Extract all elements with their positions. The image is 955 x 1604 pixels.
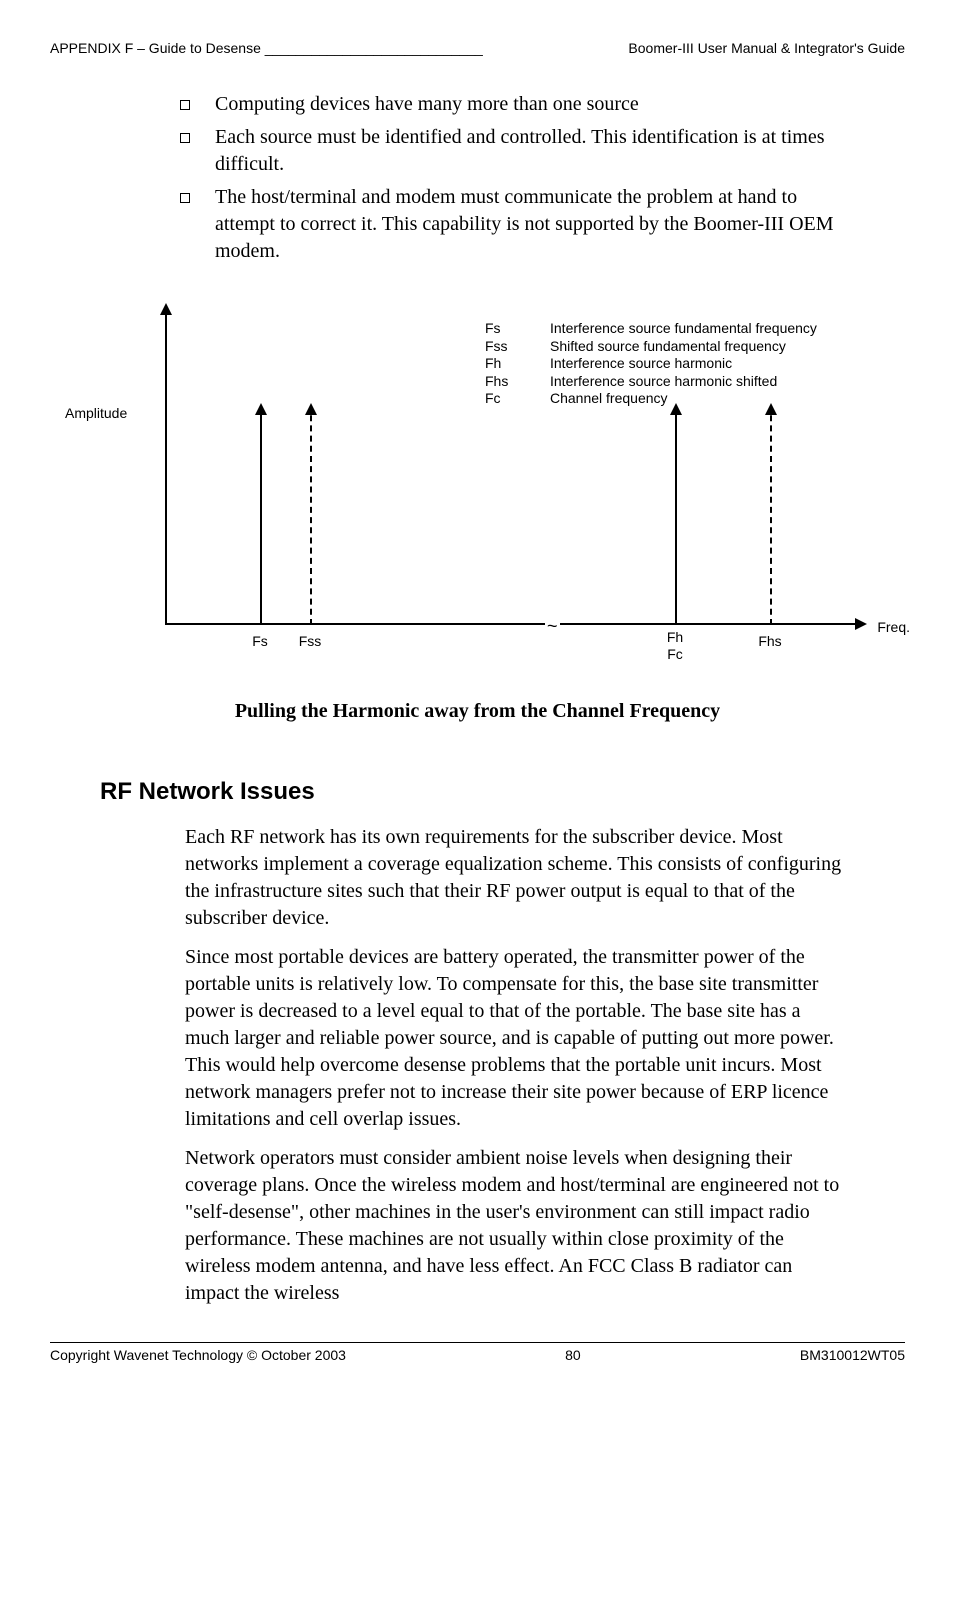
legend-desc: Interference source harmonic shifted [550,373,777,391]
list-item-text: The host/terminal and modem must communi… [215,184,845,265]
legend-key: Fs [485,320,550,338]
body-paragraph: Each RF network has its own requirements… [185,824,845,932]
page-footer: Copyright Wavenet Technology © October 2… [50,1347,905,1363]
square-bullet-icon [180,193,190,203]
header-right: Boomer-III User Manual & Integrator's Gu… [628,40,905,56]
fhs-label: Fhs [758,633,781,650]
y-axis [165,305,167,625]
list-item-text: Computing devices have many more than on… [215,91,639,118]
legend: FsInterference source fundamental freque… [485,320,817,408]
legend-key: Fss [485,338,550,356]
fss-arrow [310,405,312,625]
section-heading: RF Network Issues [100,778,905,806]
list-item: The host/terminal and modem must communi… [180,184,845,265]
fhs-arrow [770,405,772,625]
page-header: APPENDIX F – Guide to Desense __________… [50,40,905,56]
frequency-diagram: Amplitude ~ Freq. Fs Fss Fh Fc Fhs FsInt… [60,295,905,665]
fs-label: Fs [252,633,268,650]
legend-desc: Interference source fundamental frequenc… [550,320,817,338]
fs-arrow [260,405,262,625]
list-item: Computing devices have many more than on… [180,91,845,118]
legend-key: Fc [485,390,550,408]
y-axis-label: Amplitude [65,405,127,421]
legend-key: Fhs [485,373,550,391]
footer-left: Copyright Wavenet Technology © October 2… [50,1347,346,1363]
legend-row: FhsInterference source harmonic shifted [485,373,817,391]
legend-row: FsInterference source fundamental freque… [485,320,817,338]
list-item: Each source must be identified and contr… [180,124,845,178]
fh-fc-label: Fh Fc [667,629,683,663]
legend-desc: Channel frequency [550,390,668,408]
fss-label: Fss [299,633,322,650]
square-bullet-icon [180,100,190,110]
footer-divider [50,1342,905,1343]
x-axis [165,623,865,625]
bullet-list: Computing devices have many more than on… [180,91,845,265]
legend-desc: Shifted source fundamental frequency [550,338,786,356]
list-item-text: Each source must be identified and contr… [215,124,845,178]
figure-caption: Pulling the Harmonic away from the Chann… [50,700,905,723]
legend-desc: Interference source harmonic [550,355,732,373]
legend-row: FhInterference source harmonic [485,355,817,373]
header-left: APPENDIX F – Guide to Desense __________… [50,40,483,56]
body-paragraph: Network operators must consider ambient … [185,1145,845,1307]
legend-row: FssShifted source fundamental frequency [485,338,817,356]
footer-center: 80 [565,1347,581,1363]
footer-right: BM310012WT05 [800,1347,905,1363]
x-axis-label: Freq. [877,619,910,635]
legend-row: FcChannel frequency [485,390,817,408]
body-paragraph: Since most portable devices are battery … [185,944,845,1133]
legend-key: Fh [485,355,550,373]
fh-arrow [675,405,677,625]
axis-break-icon: ~ [545,616,560,637]
square-bullet-icon [180,133,190,143]
